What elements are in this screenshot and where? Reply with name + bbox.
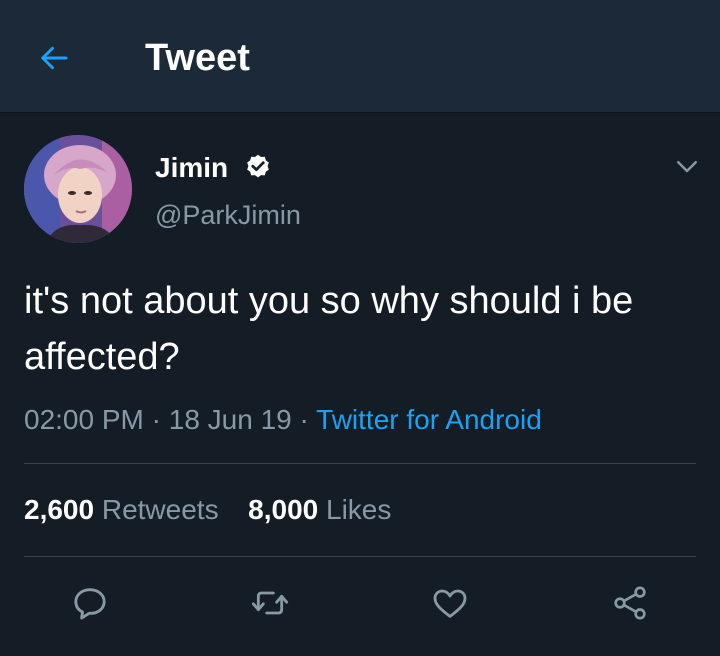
retweet-button[interactable]: [246, 579, 294, 627]
avatar[interactable]: [24, 135, 132, 243]
retweets-label: Retweets: [101, 494, 219, 525]
reply-button[interactable]: [66, 579, 114, 627]
author-handle[interactable]: @ParkJimin: [155, 199, 301, 231]
verified-badge-icon: [247, 154, 269, 178]
like-icon: [433, 589, 467, 618]
page-title: Tweet: [145, 37, 250, 79]
back-button[interactable]: [30, 34, 78, 82]
tweet-stats: 2,600 Retweets 8,000 Likes: [24, 493, 391, 527]
likes-stat[interactable]: 8,000 Likes: [248, 493, 391, 527]
tweet-date: 18 Jun 19: [168, 404, 292, 435]
likes-count: 8,000: [248, 494, 319, 525]
retweets-count: 2,600: [24, 494, 95, 525]
divider: [24, 463, 696, 464]
divider: [24, 556, 696, 557]
tweet-source-link[interactable]: Twitter for Android: [316, 404, 542, 435]
tweet-actions-bar: [0, 579, 720, 639]
chevron-down-icon[interactable]: [672, 151, 702, 181]
retweets-stat[interactable]: 2,600 Retweets: [24, 493, 219, 527]
top-bar: Tweet: [0, 0, 720, 113]
meta-separator: ·: [151, 404, 161, 435]
tweet-detail: Jimin @ParkJimin it's not about you so w…: [0, 113, 720, 656]
retweet-icon: [251, 591, 289, 615]
tweet-time: 02:00 PM: [24, 404, 144, 435]
avatar-image: [24, 135, 132, 243]
meta-separator: ·: [299, 404, 309, 435]
author-name[interactable]: Jimin: [155, 151, 228, 185]
tweet-text: it's not about you so why should i be af…: [24, 280, 644, 378]
arrow-left-icon: [41, 46, 68, 70]
share-button[interactable]: [606, 579, 654, 627]
share-icon: [614, 586, 646, 620]
likes-label: Likes: [326, 494, 392, 525]
like-button[interactable]: [426, 579, 474, 627]
reply-icon: [74, 588, 106, 620]
tweet-metadata: 02:00 PM · 18 Jun 19 · Twitter for Andro…: [24, 403, 542, 437]
